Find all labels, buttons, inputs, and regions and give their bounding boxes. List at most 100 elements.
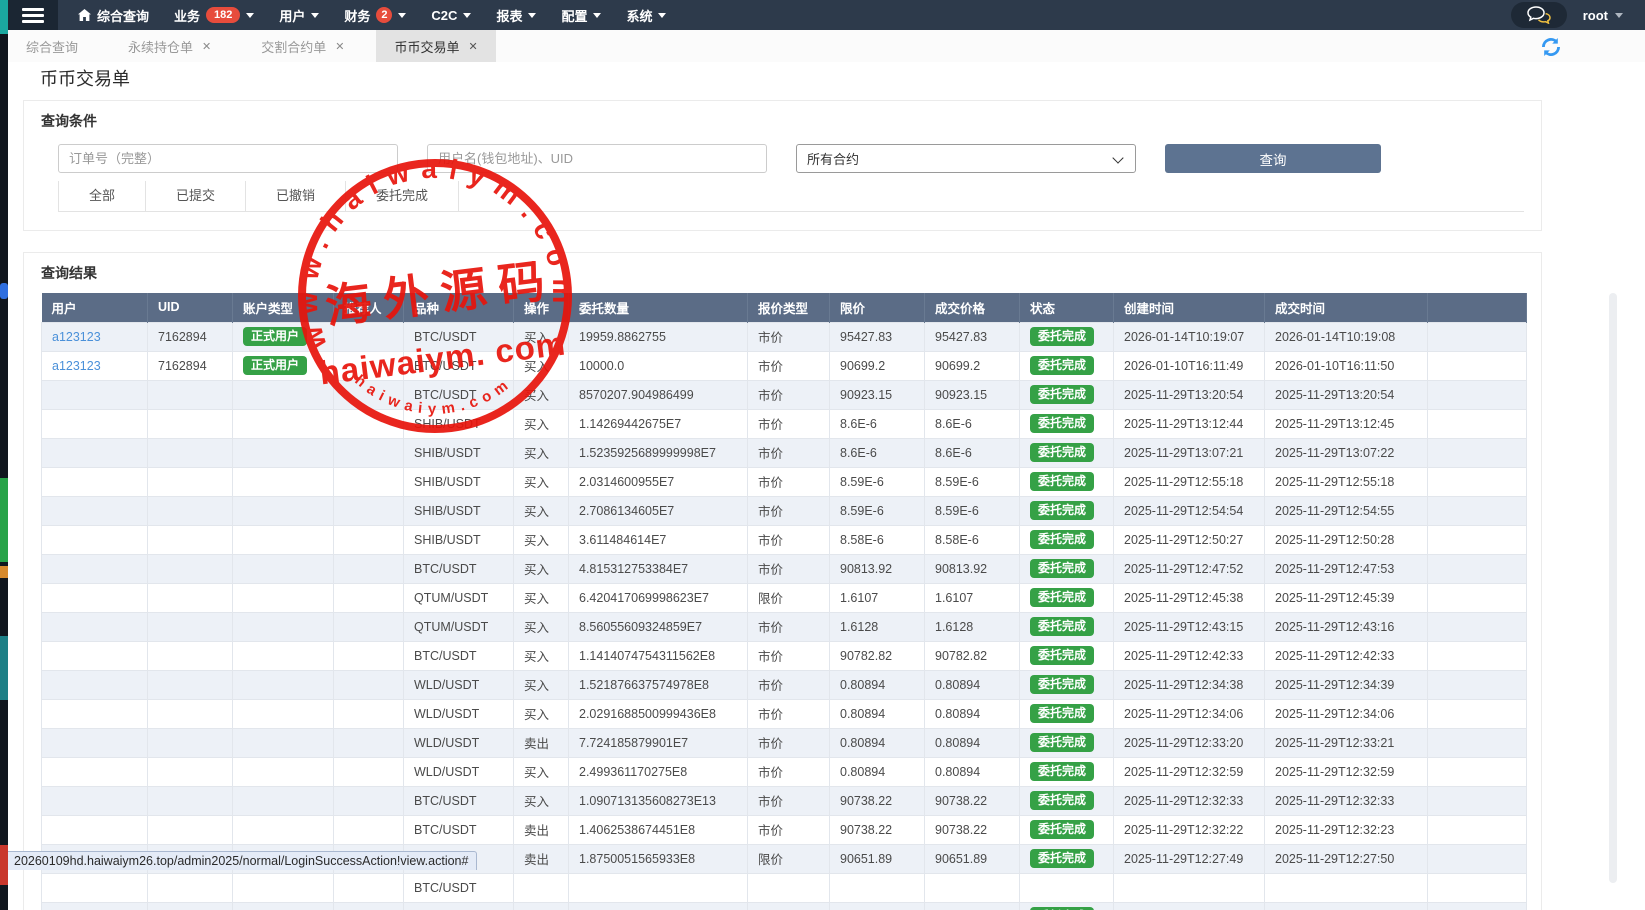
cell-dealt_at: 2025-11-29T12:32:23	[1265, 815, 1428, 844]
nav-item-system[interactable]: 系统	[626, 6, 666, 25]
cell-deal_price: 1.6107	[925, 583, 1020, 612]
col-pair: 品种	[404, 293, 514, 322]
filter-tab-submitted[interactable]: 已提交	[146, 181, 246, 211]
cell-side: 买入	[514, 525, 569, 554]
cell-limit_price: 0.80894	[830, 670, 925, 699]
cell-amount: 8.56055609324859E7	[569, 612, 748, 641]
nav-item-business[interactable]: 业务 182	[174, 6, 254, 25]
cell-status: 委托完成	[1020, 583, 1114, 612]
close-icon[interactable]: ✕	[469, 40, 478, 53]
cell-pair: BTC/USDT	[404, 554, 514, 583]
cell-amount: 8570207.904986499	[569, 380, 748, 409]
tab-delivery-contracts[interactable]: 交割合约单 ✕	[243, 30, 362, 62]
cell-quote_type	[748, 902, 830, 910]
cell-uid	[148, 757, 233, 786]
status-badge: 委托完成	[1030, 472, 1094, 491]
cell-uid	[148, 554, 233, 583]
nav-item-users[interactable]: 用户	[279, 6, 319, 25]
tab-perpetual-positions[interactable]: 永续持仓单 ✕	[110, 30, 229, 62]
close-icon[interactable]: ✕	[202, 40, 211, 53]
cell-tail	[1428, 844, 1527, 873]
cell-account_type: 正式用户	[233, 322, 334, 351]
cell-quote_type: 市价	[748, 757, 830, 786]
cell-dealt_at: 2025-11-29T12:43:16	[1265, 612, 1428, 641]
cell-status: 委托完成	[1020, 351, 1114, 380]
cell-quote_type	[748, 873, 830, 902]
cell-uid	[148, 699, 233, 728]
cell-pair: WLD/USDT	[404, 670, 514, 699]
table-row: BTC/USDT委托完成	[42, 902, 1527, 910]
cell-dealt_at: 2025-11-29T12:55:18	[1265, 467, 1428, 496]
nav-item-overview[interactable]: 综合查询	[78, 6, 149, 25]
vertical-scrollbar[interactable]	[1609, 293, 1617, 883]
chevron-down-icon	[658, 13, 666, 18]
order-number-input[interactable]	[58, 144, 398, 173]
cell-pair: BTC/USDT	[404, 815, 514, 844]
cell-uid	[148, 380, 233, 409]
table-row: QTUM/USDT买入8.56055609324859E7市价1.61281.6…	[42, 612, 1527, 641]
cell-amount: 10000.0	[569, 351, 748, 380]
status-badge: 委托完成	[1030, 675, 1094, 694]
cell-limit_price	[830, 902, 925, 910]
cell-tail	[1428, 525, 1527, 554]
nav-item-config[interactable]: 配置	[561, 6, 601, 25]
cell-user	[42, 438, 148, 467]
user-link[interactable]: a123123	[52, 359, 101, 373]
cell-account_type	[233, 409, 334, 438]
nav-label: 系统	[626, 6, 652, 25]
cell-deal_price: 90738.22	[925, 815, 1020, 844]
table-row: WLD/USDT买入2.499361170275E8市价0.808940.808…	[42, 757, 1527, 786]
close-icon[interactable]: ✕	[335, 40, 344, 53]
contract-select[interactable]: 所有合约	[796, 144, 1136, 173]
hamburger-menu-icon[interactable]	[8, 0, 58, 30]
cell-limit_price: 8.59E-6	[830, 496, 925, 525]
orders-table: 用户 UID 账户类型 推荐人 品种 操作 委托数量 报价类型 限价 成交价格 …	[41, 293, 1527, 910]
cell-dealt_at: 2025-11-29T12:45:39	[1265, 583, 1428, 612]
cell-tail	[1428, 380, 1527, 409]
cell-status: 委托完成	[1020, 641, 1114, 670]
cell-deal_price: 8.6E-6	[925, 438, 1020, 467]
cell-referrer	[334, 322, 404, 351]
cell-user	[42, 409, 148, 438]
status-badge: 委托完成	[1030, 559, 1094, 578]
user-account-menu[interactable]: root	[1583, 8, 1623, 23]
cell-tail	[1428, 351, 1527, 380]
cell-status: 委托完成	[1020, 438, 1114, 467]
cell-quote_type: 市价	[748, 525, 830, 554]
cell-referrer	[334, 351, 404, 380]
cell-dealt_at	[1265, 873, 1428, 902]
refresh-button[interactable]	[1540, 36, 1562, 58]
filter-tab-all[interactable]: 全部	[58, 181, 146, 211]
table-row: BTC/USDT买入1.1414074754311562E8市价90782.82…	[42, 641, 1527, 670]
table-row: SHIB/USDT买入1.14269442675E7市价8.6E-68.6E-6…	[42, 409, 1527, 438]
cell-deal_price: 0.80894	[925, 757, 1020, 786]
cell-amount: 1.8750051565933E8	[569, 844, 748, 873]
table-header-row: 用户 UID 账户类型 推荐人 品种 操作 委托数量 报价类型 限价 成交价格 …	[42, 293, 1527, 322]
tab-overview[interactable]: 综合查询	[8, 30, 96, 62]
user-link[interactable]: a123123	[52, 330, 101, 344]
cell-referrer	[334, 815, 404, 844]
nav-item-reports[interactable]: 报表	[496, 6, 536, 25]
nav-item-c2c[interactable]: C2C	[431, 8, 471, 23]
col-referrer: 推荐人	[334, 293, 404, 322]
cell-status: 委托完成	[1020, 322, 1114, 351]
search-button[interactable]: 查询	[1165, 144, 1381, 173]
filter-tab-cancelled[interactable]: 已撤销	[246, 181, 346, 211]
cell-created_at: 2026-01-14T10:19:07	[1114, 322, 1265, 351]
cell-pair: WLD/USDT	[404, 728, 514, 757]
cell-amount: 2.0291688500999436E8	[569, 699, 748, 728]
table-row: BTC/USDT买入8570207.904986499市价90923.15909…	[42, 380, 1527, 409]
tab-spot-orders[interactable]: 币币交易单 ✕	[376, 30, 495, 62]
cell-uid: 7162894	[148, 351, 233, 380]
messages-button[interactable]	[1511, 2, 1567, 28]
nav-item-finance[interactable]: 财务 2	[344, 6, 406, 25]
cell-dealt_at: 2025-11-29T13:12:45	[1265, 409, 1428, 438]
cell-side: 买入	[514, 380, 569, 409]
page-title: 币币交易单	[40, 65, 130, 91]
cell-status: 委托完成	[1020, 699, 1114, 728]
cell-uid	[148, 409, 233, 438]
filter-tab-completed[interactable]: 委托完成	[346, 181, 459, 211]
username-uid-input[interactable]	[427, 144, 767, 173]
col-limit-price: 限价	[830, 293, 925, 322]
cell-deal_price: 8.6E-6	[925, 409, 1020, 438]
